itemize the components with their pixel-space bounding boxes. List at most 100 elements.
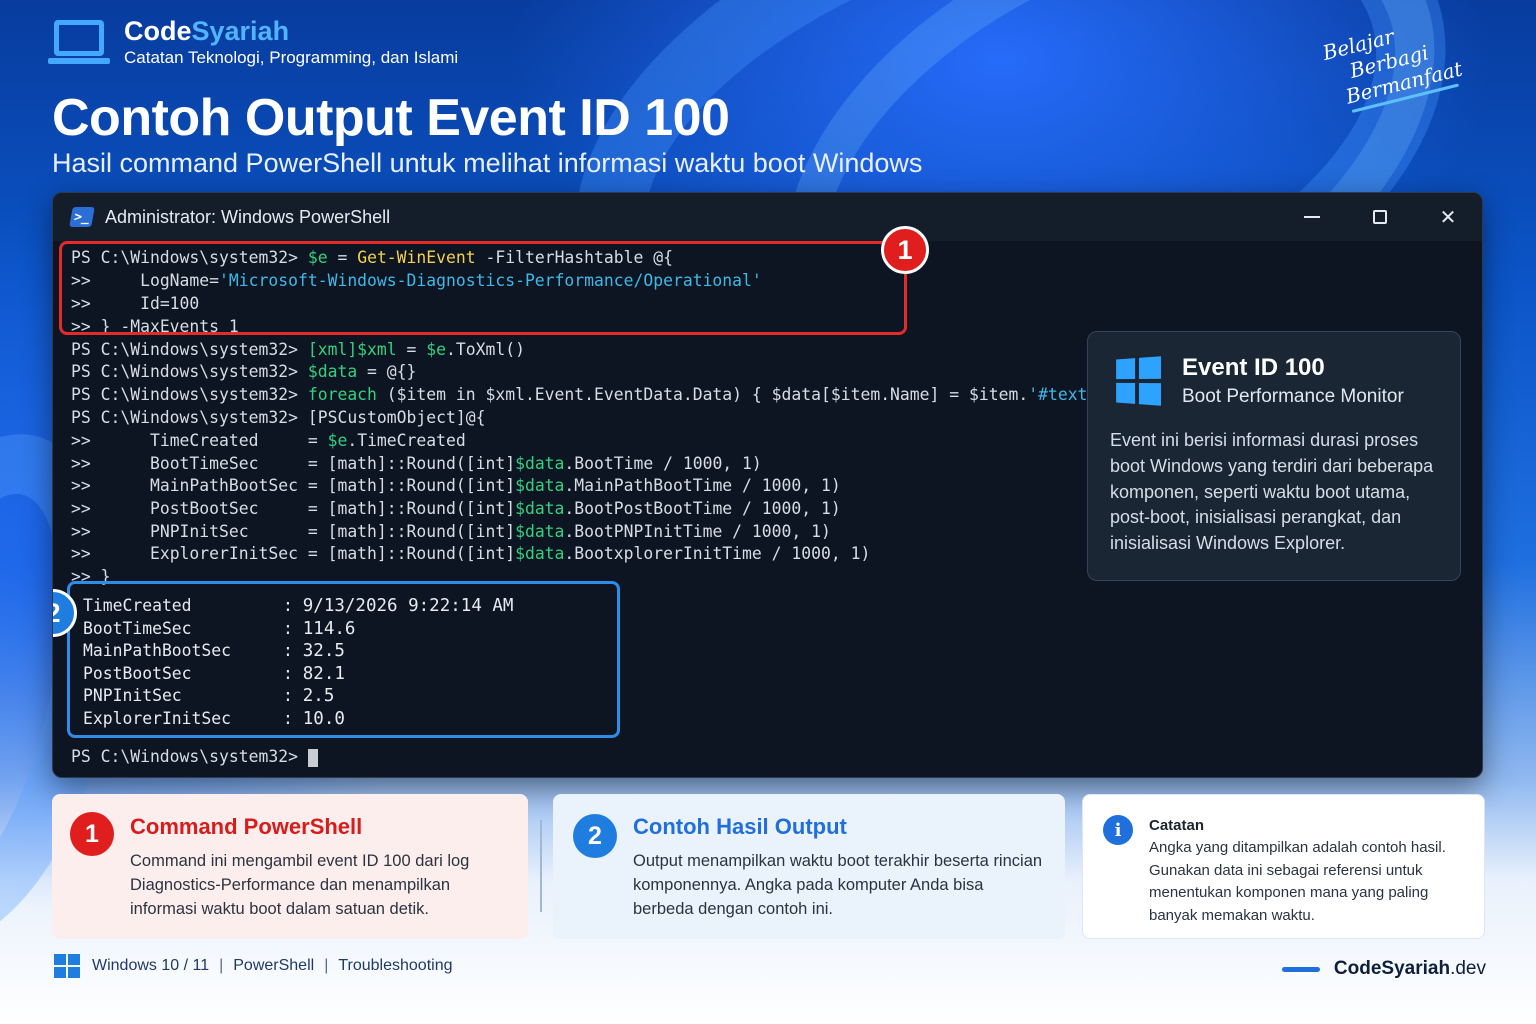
terminal-line: PS C:\Windows\system32> foreach ($item i… — [71, 384, 1117, 407]
site-tld: .dev — [1450, 958, 1486, 979]
motto: Belajar Berbagi Bermanfaat — [1320, 5, 1490, 138]
prompt: PS C:\Windows\system32> — [71, 362, 308, 382]
terminal-line: PS C:\Windows\system32> $data = @{} — [71, 361, 1117, 384]
maximize-icon — [1373, 210, 1387, 224]
prompt: PS C:\Windows\system32> — [71, 339, 308, 359]
terminal-line: PS C:\Windows\system32> [xml]$xml = $e.T… — [71, 339, 1117, 362]
output-card: 2 Contoh Hasil Output Output menampilkan… — [553, 794, 1065, 939]
prompt: PS C:\Windows\system32> — [71, 385, 308, 405]
code-token: ExplorerInitSec = [math]::Round([int] — [149, 544, 516, 564]
badge-1: 1 — [881, 226, 929, 274]
code-token: $data — [307, 362, 358, 382]
code-token: $data — [515, 521, 565, 541]
code-token: foreach — [307, 385, 377, 405]
code-token: .MainPathBootTime / 1000, 1) — [564, 476, 841, 496]
card-title: Contoh Hasil Output — [633, 814, 847, 839]
maximize-button[interactable] — [1346, 193, 1414, 241]
code-token: .TimeCreated — [347, 431, 466, 451]
footer-separator: | — [324, 957, 329, 974]
powershell-window: >_ Administrator: Windows PowerShell ✕ P… — [52, 192, 1483, 778]
footer-tag: PowerShell — [233, 957, 315, 974]
code-token: ($item in $xml.Event.EventData.Data) { $… — [376, 385, 1029, 405]
window-title: Administrator: Windows PowerShell — [105, 206, 391, 227]
card-number-badge: 2 — [573, 814, 617, 858]
note-title: Catatan — [1149, 817, 1205, 834]
laptop-icon — [48, 18, 110, 66]
prompt: PS C:\Windows\system32> — [71, 747, 308, 766]
terminal-line: >> PNPInitSec = [math]::Round([int]$data… — [71, 521, 1117, 544]
prompt: >> — [71, 521, 150, 541]
footer-tag: Windows 10 / 11 — [92, 957, 210, 974]
command-card: 1 Command PowerShell Command ini mengamb… — [52, 794, 528, 939]
prompt: PS C:\Windows\system32> — [71, 408, 308, 428]
code-token: TimeCreated = — [149, 431, 328, 451]
code-token: = @{} — [357, 362, 417, 382]
footer-separator: | — [219, 957, 224, 974]
brand-name: CodeSyariah — [124, 16, 290, 46]
terminal-prompt-line[interactable]: PS C:\Windows\system32> — [71, 747, 318, 767]
windows-logo-icon — [1116, 356, 1161, 406]
minimize-icon — [1304, 216, 1320, 218]
divider — [540, 820, 542, 912]
code-token: PostBootSec = [math]::Round([int] — [149, 498, 516, 518]
prompt: >> — [71, 498, 150, 518]
code-token: .BootPostBootTime / 1000, 1) — [564, 498, 841, 518]
terminal-line: >> BootTimeSec = [math]::Round([int]$dat… — [71, 453, 1117, 476]
code-token: [PSCustomObject]@{ — [307, 408, 486, 428]
accent-bar — [1281, 966, 1320, 972]
footer-tag: Troubleshooting — [338, 957, 453, 974]
code-token: $e — [426, 339, 447, 359]
window-controls: ✕ — [1278, 193, 1482, 241]
footer-site[interactable]: CodeSyariah .dev — [1281, 958, 1486, 980]
code-token: $data — [515, 476, 565, 496]
code-token: MainPathBootSec = [math]::Round([int] — [149, 476, 516, 496]
card-title: Command PowerShell — [130, 814, 363, 839]
prompt: >> — [71, 544, 150, 564]
window-titlebar[interactable]: >_ Administrator: Windows PowerShell ✕ — [53, 193, 1482, 241]
card-body: Command ini mengambil event ID 100 dari … — [130, 852, 470, 918]
code-token: $data — [515, 453, 565, 473]
footer-tags: Windows 10 / 11 | PowerShell | Troublesh… — [54, 954, 453, 978]
windows-logo-icon — [54, 954, 80, 978]
info-card-title: Event ID 100 — [1182, 354, 1325, 381]
card-number-badge: 1 — [70, 812, 114, 856]
code-token: .BootPNPInitTime / 1000, 1) — [564, 521, 831, 541]
brand: CodeSyariah Catatan Teknologi, Programmi… — [48, 16, 458, 68]
output-highlight — [67, 581, 620, 738]
terminal-line: >> MainPathBootSec = [math]::Round([int]… — [71, 475, 1117, 498]
minimize-button[interactable] — [1278, 193, 1346, 241]
event-info-card: Event ID 100 Boot Performance Monitor Ev… — [1087, 331, 1461, 581]
close-button[interactable]: ✕ — [1414, 193, 1482, 241]
powershell-icon: >_ — [69, 207, 95, 227]
card-body: Output menampilkan waktu boot terakhir b… — [633, 852, 1043, 918]
page-title: Contoh Output Event ID 100 — [52, 89, 730, 147]
close-icon: ✕ — [1439, 205, 1457, 229]
note-card: i Catatan Angka yang ditampilkan adalah … — [1082, 794, 1485, 939]
terminal-line: PS C:\Windows\system32> [PSCustomObject]… — [71, 407, 1117, 430]
terminal-line: >> TimeCreated = $e.TimeCreated — [71, 430, 1117, 453]
code-token: $data — [515, 498, 565, 518]
code-token: BootTimeSec = [math]::Round([int] — [149, 453, 516, 473]
prompt: >> — [71, 476, 150, 496]
code-token: PNPInitSec = [math]::Round([int] — [149, 521, 516, 541]
info-card-body: Event ini berisi informasi durasi proses… — [1110, 430, 1434, 554]
info-icon: i — [1103, 815, 1133, 845]
code-token: $data — [515, 544, 565, 564]
text-cursor — [307, 748, 318, 767]
code-token: .BootxplorerInitTime / 1000, 1) — [564, 544, 871, 564]
code-token: = — [396, 339, 427, 359]
prompt: >> — [71, 453, 150, 473]
page-subtitle: Hasil command PowerShell untuk melihat i… — [52, 148, 923, 178]
code-token: [xml]$xml — [307, 339, 397, 359]
code-token: .BootTime / 1000, 1) — [564, 453, 762, 473]
command-highlight — [59, 241, 907, 335]
terminal-line: >> PostBootSec = [math]::Round([int]$dat… — [71, 498, 1117, 521]
site-name: CodeSyariah — [1333, 958, 1451, 979]
brand-tagline: Catatan Teknologi, Programming, dan Isla… — [124, 48, 459, 67]
code-token: .ToXml() — [446, 339, 525, 359]
prompt: >> — [71, 431, 150, 451]
info-card-subtitle: Boot Performance Monitor — [1182, 386, 1404, 407]
note-body: Angka yang ditampilkan adalah contoh has… — [1149, 839, 1446, 924]
terminal-line: >> ExplorerInitSec = [math]::Round([int]… — [71, 543, 1117, 566]
code-token: $e — [327, 431, 348, 451]
